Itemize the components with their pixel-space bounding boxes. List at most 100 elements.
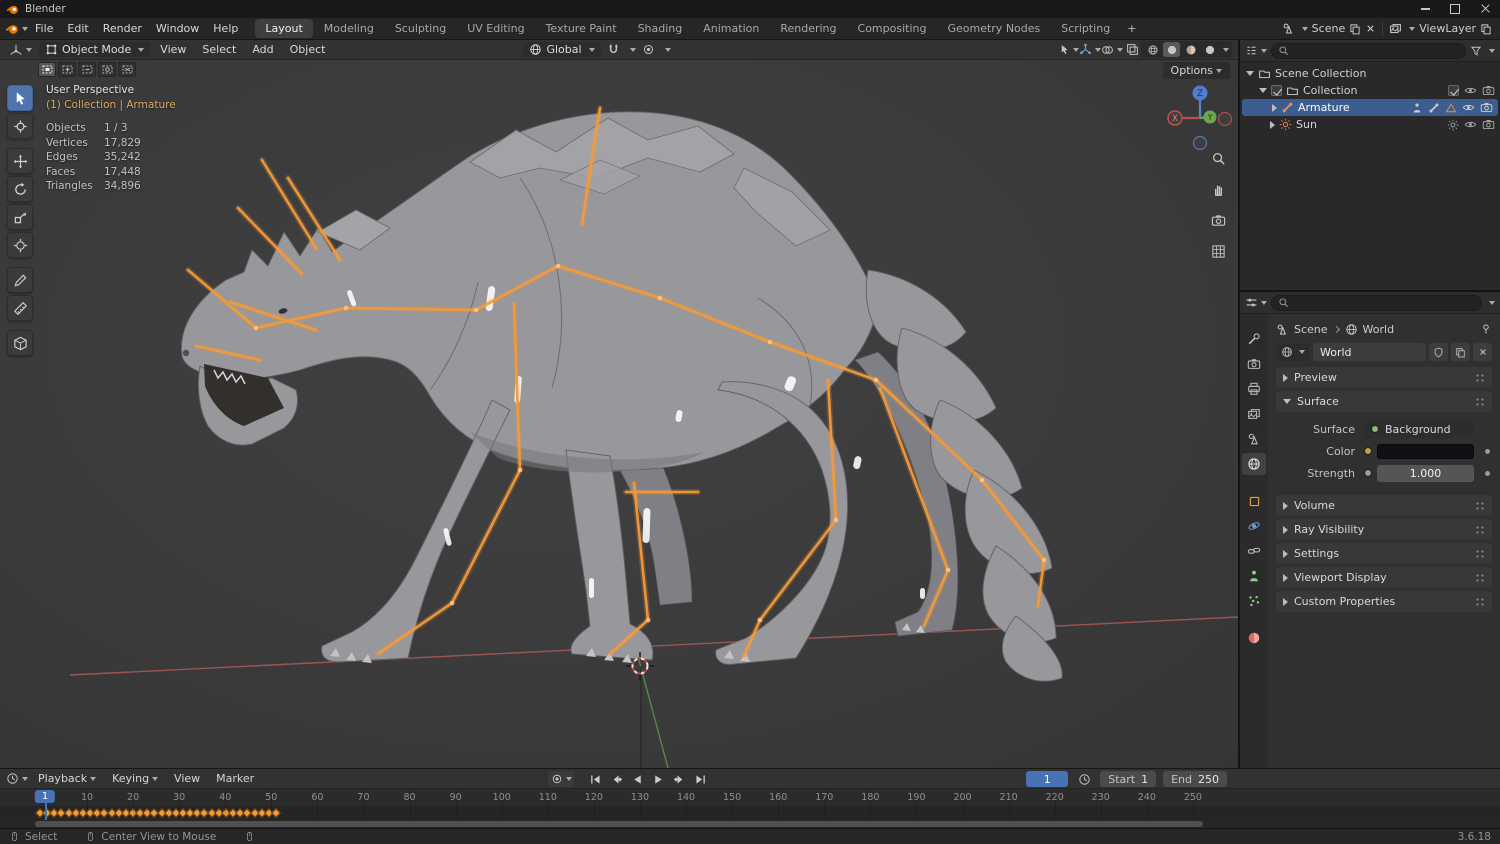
drag-handle-icon[interactable] — [1475, 396, 1485, 407]
hide-eye-icon[interactable] — [1464, 84, 1477, 97]
tab-animation[interactable]: Animation — [693, 19, 769, 38]
tab-modeling[interactable]: Modeling — [314, 19, 384, 38]
tool-annotate[interactable] — [7, 267, 33, 293]
menu-edit[interactable]: Edit — [60, 20, 95, 37]
tab-texture-paint[interactable]: Texture Paint — [536, 19, 627, 38]
tab-particles[interactable] — [1242, 590, 1266, 612]
next-keyframe-button[interactable] — [670, 771, 689, 787]
tool-transform[interactable] — [7, 232, 33, 258]
light-data-icon[interactable] — [1447, 119, 1459, 131]
menu-keying[interactable]: Keying — [106, 771, 164, 786]
mesh-child-icon[interactable] — [1445, 102, 1457, 114]
playhead-line[interactable] — [45, 802, 47, 820]
jump-to-start-button[interactable] — [586, 771, 605, 787]
armature-data-icon[interactable] — [1428, 102, 1440, 114]
panel-ray-visibility-header[interactable]: Ray Visibility — [1276, 519, 1492, 540]
menu-view[interactable]: View — [154, 42, 192, 57]
outliner-row-sun[interactable]: Sun — [1240, 116, 1500, 133]
tab-shading[interactable]: Shading — [628, 19, 693, 38]
minimize-button[interactable] — [1410, 0, 1440, 18]
play-button[interactable] — [649, 771, 668, 787]
disable-render-icon[interactable] — [1482, 84, 1495, 97]
fake-user-button[interactable] — [1429, 343, 1448, 361]
menu-render[interactable]: Render — [96, 20, 149, 37]
pan-hand-button[interactable] — [1208, 179, 1228, 199]
keyframe-diamond[interactable] — [270, 808, 281, 818]
timeline-editor-button[interactable] — [6, 772, 28, 785]
shading-wireframe-button[interactable] — [1144, 42, 1161, 57]
viewport-3d[interactable]: Object Mode View Select Add Object Globa… — [0, 40, 1238, 768]
breadcrumb-world[interactable]: World — [1363, 323, 1395, 336]
disclosure-icon[interactable] — [1259, 88, 1267, 93]
new-viewlayer-icon[interactable] — [1480, 23, 1492, 35]
tab-physics[interactable] — [1242, 515, 1266, 537]
shading-material-button[interactable] — [1182, 42, 1199, 57]
menu-object[interactable]: Object — [284, 42, 332, 57]
scrollbar-thumb[interactable] — [35, 821, 1203, 827]
breadcrumb-scene[interactable]: Scene — [1294, 323, 1328, 336]
tab-constraints[interactable] — [1242, 540, 1266, 562]
gizmo-x-negative[interactable] — [1217, 111, 1233, 127]
start-frame-field[interactable]: Start 1 — [1100, 771, 1157, 787]
pose-icon[interactable] — [1411, 102, 1423, 114]
drag-handle-icon[interactable] — [1475, 500, 1485, 511]
disable-render-icon[interactable] — [1480, 101, 1493, 114]
pin-button[interactable] — [1480, 323, 1492, 335]
scene-selector[interactable]: Scene — [1282, 22, 1377, 35]
transform-orientation-dropdown[interactable]: Global — [523, 42, 601, 57]
shading-dropdown[interactable] — [1223, 47, 1229, 52]
drag-handle-icon[interactable] — [1475, 548, 1485, 559]
decorator-icon[interactable] — [1485, 448, 1490, 454]
panel-settings-header[interactable]: Settings — [1276, 543, 1492, 564]
shading-rendered-button[interactable] — [1201, 42, 1218, 57]
decorator-icon[interactable] — [1485, 470, 1490, 476]
properties-options-dropdown[interactable] — [1489, 300, 1495, 305]
proportional-editing-toggle[interactable] — [640, 42, 658, 58]
tab-material[interactable] — [1242, 627, 1266, 649]
tab-rendering[interactable]: Rendering — [770, 19, 846, 38]
disclosure-icon[interactable] — [1246, 71, 1254, 76]
select-mode-extend[interactable] — [58, 62, 76, 77]
menu-help[interactable]: Help — [206, 20, 245, 37]
timeline-ruler[interactable]: 1 10 20 30 40 50 60 70 80 90 100 110 120 130 140 150 16… — [0, 789, 1500, 820]
drag-handle-icon[interactable] — [1475, 572, 1485, 583]
tool-move[interactable] — [7, 148, 33, 174]
menu-select[interactable]: Select — [196, 42, 242, 57]
gizmos-dropdown[interactable] — [1079, 42, 1101, 58]
tool-select-box[interactable] — [7, 85, 33, 111]
tool-cursor[interactable] — [7, 113, 33, 139]
snapping-toggle[interactable] — [605, 42, 623, 58]
end-frame-field[interactable]: End 250 — [1163, 771, 1227, 787]
panel-surface-header[interactable]: Surface — [1276, 391, 1492, 412]
tab-scene[interactable] — [1242, 428, 1266, 450]
outliner-editor-button[interactable] — [1245, 44, 1267, 57]
select-mode-subtract[interactable] — [78, 62, 96, 77]
overlays-dropdown[interactable] — [1101, 42, 1123, 58]
drag-handle-icon[interactable] — [1475, 372, 1485, 383]
tool-rotate[interactable] — [7, 176, 33, 202]
disable-render-icon[interactable] — [1482, 118, 1495, 131]
menu-view-timeline[interactable]: View — [168, 771, 206, 786]
disclosure-icon[interactable] — [1272, 103, 1277, 112]
hide-eye-icon[interactable] — [1464, 118, 1477, 131]
unlink-datablock-button[interactable] — [1473, 343, 1492, 361]
tab-layout[interactable]: Layout — [255, 19, 313, 38]
tool-add-cube[interactable] — [7, 330, 33, 356]
outliner-filter-dropdown[interactable] — [1489, 48, 1495, 53]
drag-handle-icon[interactable] — [1475, 596, 1485, 607]
outliner-row-collection[interactable]: Collection — [1240, 82, 1500, 99]
outliner-search[interactable] — [1271, 42, 1466, 59]
play-reverse-button[interactable] — [628, 771, 647, 787]
tab-object-data[interactable] — [1242, 565, 1266, 587]
drag-handle-icon[interactable] — [1475, 524, 1485, 535]
outliner-row-scene-collection[interactable]: Scene Collection — [1240, 65, 1500, 82]
gizmo-z-negative[interactable] — [1192, 135, 1208, 151]
tab-render[interactable] — [1242, 353, 1266, 375]
color-swatch[interactable] — [1377, 443, 1474, 459]
exclude-checkbox[interactable] — [1448, 85, 1459, 96]
tab-uv-editing[interactable]: UV Editing — [457, 19, 534, 38]
select-mode-invert[interactable] — [98, 62, 116, 77]
jump-to-end-button[interactable] — [691, 771, 710, 787]
current-frame-field[interactable]: 1 — [1026, 771, 1069, 787]
zoom-button[interactable] — [1208, 148, 1228, 168]
